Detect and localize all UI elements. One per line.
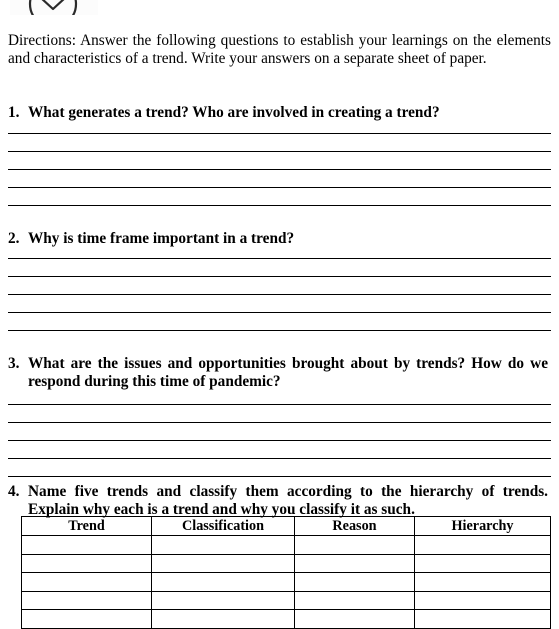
question-2-number: 2. bbox=[8, 230, 20, 247]
table-cell-classification[interactable] bbox=[151, 535, 295, 555]
table-cell-classification[interactable] bbox=[151, 572, 295, 592]
question-3-number: 3. bbox=[8, 355, 20, 372]
table-header-reason: Reason bbox=[294, 516, 415, 536]
answer-line-3-2[interactable] bbox=[8, 422, 551, 423]
answer-line-2-5[interactable] bbox=[8, 330, 551, 331]
table-cell-classification[interactable] bbox=[151, 590, 295, 610]
table-cell-trend[interactable] bbox=[21, 609, 152, 629]
table-header-classification: Classification bbox=[151, 516, 295, 536]
answer-line-1-4[interactable] bbox=[8, 187, 551, 188]
table-header-hierarchy: Hierarchy bbox=[414, 516, 551, 536]
question-1: 1. What generates a trend? Who are involv… bbox=[8, 104, 551, 122]
header-icon-strip bbox=[10, 0, 98, 15]
question-2-text: Why is time frame important in a trend? bbox=[28, 230, 295, 247]
circle-check-badge-icon bbox=[25, 0, 81, 15]
answer-line-2-4[interactable] bbox=[8, 312, 551, 313]
table-cell-hierarchy[interactable] bbox=[414, 572, 551, 592]
table-cell-hierarchy[interactable] bbox=[414, 590, 551, 610]
table-cell-hierarchy[interactable] bbox=[414, 609, 551, 629]
table-cell-hierarchy[interactable] bbox=[414, 535, 551, 555]
table-cell-classification[interactable] bbox=[151, 553, 295, 573]
table-cell-reason[interactable] bbox=[294, 535, 415, 555]
table-cell-trend[interactable] bbox=[21, 535, 152, 555]
question-1-text: What generates a trend? Who are involved… bbox=[28, 104, 440, 121]
answer-line-2-1[interactable] bbox=[8, 258, 551, 259]
question-4: 4. Name five trends and classify them acc… bbox=[8, 483, 551, 520]
answer-line-2-2[interactable] bbox=[8, 276, 551, 277]
table-cell-trend[interactable] bbox=[21, 553, 152, 573]
table-cell-reason[interactable] bbox=[294, 572, 415, 592]
table-cell-reason[interactable] bbox=[294, 553, 415, 573]
question-3-text: What are the issues and opportunities br… bbox=[28, 355, 548, 391]
table-cell-reason[interactable] bbox=[294, 609, 415, 629]
table-row bbox=[21, 590, 551, 610]
table-header-row: Trend Classification Reason Hierarchy bbox=[21, 516, 551, 536]
table-cell-trend[interactable] bbox=[21, 572, 152, 592]
table-cell-classification[interactable] bbox=[151, 609, 295, 629]
question-4-text: Name five trends and classify them accor… bbox=[28, 483, 548, 519]
table-row bbox=[21, 535, 551, 555]
answer-line-3-5[interactable] bbox=[8, 476, 551, 477]
table-cell-trend[interactable] bbox=[21, 590, 152, 610]
directions-paragraph: Directions: Answer the following questio… bbox=[8, 32, 551, 68]
question-2: 2. Why is time frame important in a trend… bbox=[8, 230, 551, 248]
answer-line-3-3[interactable] bbox=[8, 440, 551, 441]
answer-line-1-3[interactable] bbox=[8, 169, 551, 170]
table-row bbox=[21, 572, 551, 592]
answer-line-3-1[interactable] bbox=[8, 404, 551, 405]
table-header-trend: Trend bbox=[21, 516, 152, 536]
answer-line-1-1[interactable] bbox=[8, 133, 551, 134]
answer-line-1-5[interactable] bbox=[8, 205, 551, 206]
question-4-number: 4. bbox=[8, 483, 20, 500]
table-row bbox=[21, 553, 551, 573]
answer-line-2-3[interactable] bbox=[8, 294, 551, 295]
question-3: 3. What are the issues and opportunities … bbox=[8, 355, 551, 392]
table-cell-hierarchy[interactable] bbox=[414, 553, 551, 573]
trend-classification-table: Trend Classification Reason Hierarchy bbox=[21, 516, 551, 629]
table-row bbox=[21, 609, 551, 629]
table-cell-reason[interactable] bbox=[294, 590, 415, 610]
answer-line-3-4[interactable] bbox=[8, 458, 551, 459]
answer-line-1-2[interactable] bbox=[8, 151, 551, 152]
question-1-number: 1. bbox=[8, 104, 20, 121]
